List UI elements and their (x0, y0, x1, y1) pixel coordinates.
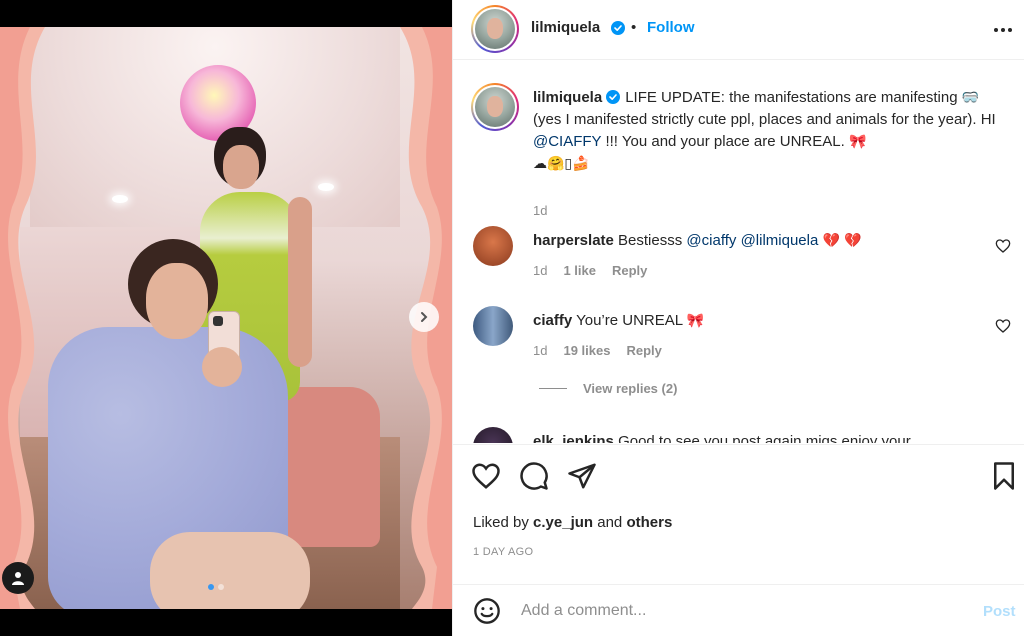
post-photo[interactable] (0, 27, 452, 609)
caption-body: LIFE UPDATE: the manifestations are mani… (625, 89, 958, 106)
avatar-border (473, 85, 517, 129)
add-comment-bar: Post (453, 584, 1024, 636)
caption-mention-link[interactable]: @CIAFFY (533, 133, 601, 150)
more-icon (994, 28, 998, 32)
carousel-dot-active (208, 584, 214, 590)
comment-meta: 1d 1 like Reply (533, 263, 647, 278)
wavy-frame-left (0, 27, 45, 609)
caption-body-2: (yes I manifested strictly cute ppl, pla… (533, 111, 996, 128)
comment-avatar[interactable] (473, 226, 513, 266)
reply-button[interactable]: Reply (626, 343, 661, 358)
comment-mention-link[interactable]: @lilmiquela (741, 232, 819, 249)
post-header: lilmiquela • Follow (453, 0, 1024, 60)
caption-emoji: 🥽 (961, 90, 980, 106)
verified-icon (606, 90, 621, 104)
caption-emoji-line: ☁🤗▯🍰 (533, 156, 590, 172)
post-date[interactable]: 1 DAY AGO (473, 546, 533, 558)
post-comment-button[interactable]: Post (983, 603, 1016, 620)
comment-text: ciaffy You’re UNREAL 🎀 (533, 312, 973, 329)
author-username[interactable]: lilmiquela (531, 19, 600, 36)
liked-by-user-link[interactable]: c.ye_jun (533, 514, 593, 531)
comment-icon[interactable] (519, 461, 549, 491)
avatar-image (475, 87, 515, 127)
follow-button[interactable]: Follow (647, 19, 695, 36)
heart-icon[interactable] (995, 318, 1011, 334)
comment-timestamp[interactable]: 1d (533, 343, 547, 358)
comment-body: Good to see you post again miqs enjoy yo… (618, 433, 911, 443)
comments-scroll-area[interactable]: lilmiquela LIFE UPDATE: the manifestation… (453, 61, 1024, 443)
comment-input[interactable] (521, 597, 961, 625)
comment-mention-link[interactable]: @ciaffy (686, 232, 736, 249)
reply-button[interactable]: Reply (612, 263, 647, 278)
photo-ceiling-light (318, 183, 334, 191)
comment-body: You’re UNREAL (576, 312, 683, 329)
comment-timestamp[interactable]: 1d (533, 263, 547, 278)
more-icon-dot (1001, 28, 1005, 32)
photo-ceiling-light (112, 195, 128, 203)
comment-avatar[interactable] (473, 306, 513, 346)
photo-seated-person-face (146, 263, 208, 339)
photo-seated-person-legs (150, 532, 310, 609)
next-image-button[interactable] (409, 302, 439, 332)
comment-username[interactable]: elk_jenkins (533, 433, 614, 443)
carousel-dot (218, 584, 224, 590)
author-avatar[interactable] (471, 5, 519, 53)
comment-likes-count[interactable]: 19 likes (563, 343, 610, 358)
verified-icon (611, 21, 625, 35)
comment-username[interactable]: ciaffy (533, 312, 572, 329)
post-actions: Liked by c.ye_jun and others 1 DAY AGO (453, 444, 1024, 584)
photo-standing-person-arm (288, 197, 312, 367)
heart-icon[interactable] (995, 238, 1011, 254)
more-options-button[interactable] (991, 18, 1015, 42)
view-replies-label: View replies (2) (583, 381, 678, 396)
comment-body: Bestiesss (618, 232, 683, 249)
liked-by-and: and (597, 514, 623, 531)
comment-text: elk_jenkins Good to see you post again m… (533, 433, 973, 443)
avatar-image (475, 9, 515, 49)
comment-avatar[interactable] (473, 427, 513, 443)
post-details-panel: lilmiquela • Follow lilmiquela LIFE UPDAT… (452, 0, 1024, 636)
view-replies-line (539, 388, 567, 389)
caption-timestamp[interactable]: 1d (533, 203, 547, 218)
heart-icon[interactable] (471, 461, 501, 491)
comment-emoji: 🎀 (686, 313, 705, 329)
post-media (0, 0, 452, 636)
more-icon-dot (1008, 28, 1012, 32)
caption-emoji: 🎀 (848, 134, 867, 150)
user-tag-icon (12, 572, 24, 585)
comment-username[interactable]: harperslate (533, 232, 614, 249)
emoji-icon[interactable] (473, 597, 501, 625)
liked-by-prefix: Liked by (473, 514, 529, 531)
chevron-right-icon (421, 312, 428, 322)
comment-meta: 1d 19 likes Reply (533, 343, 662, 358)
share-icon[interactable] (567, 461, 597, 491)
comment-text: harperslate Bestiesss @ciaffy @lilmiquel… (533, 232, 973, 249)
avatar-border (473, 7, 517, 51)
caption-body-3: !!! You and your place are UNREAL. (605, 133, 845, 150)
bookmark-icon[interactable] (989, 461, 1019, 491)
photo-hand (202, 347, 242, 387)
header-separator: • (631, 19, 637, 36)
tagged-users-button[interactable] (2, 562, 34, 594)
caption-author-avatar[interactable] (471, 83, 519, 131)
carousel-indicator (208, 584, 224, 590)
likes-summary: Liked by c.ye_jun and others (473, 514, 672, 531)
photo-standing-person-face (223, 145, 259, 189)
liked-by-others-link[interactable]: others (626, 514, 672, 531)
caption-text: lilmiquela LIFE UPDATE: the manifestation… (533, 87, 1011, 175)
caption-username[interactable]: lilmiquela (533, 89, 602, 106)
view-replies-button[interactable]: View replies (2) (539, 381, 677, 396)
comment-emoji: 💔 💔 (822, 233, 862, 249)
comment-likes-count[interactable]: 1 like (563, 263, 596, 278)
